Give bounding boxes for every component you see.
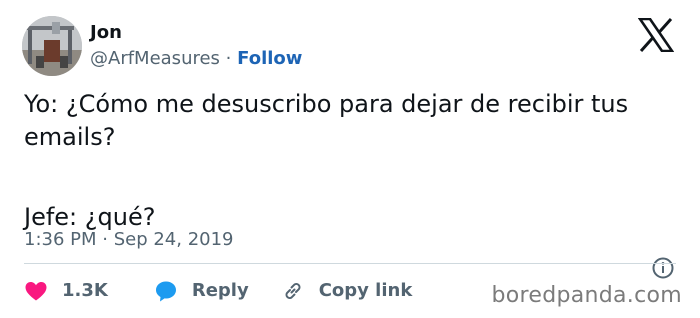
reply-button[interactable]: Reply	[154, 279, 249, 303]
reply-label: Reply	[191, 280, 249, 301]
follow-button[interactable]: Follow	[237, 48, 302, 69]
handle-row: @ArfMeasures · Follow	[90, 48, 302, 70]
speech-bubble-icon	[155, 281, 176, 302]
heart-icon	[25, 282, 47, 301]
avatar-photo	[22, 16, 82, 76]
info-icon[interactable]	[651, 256, 675, 280]
link-icon	[285, 283, 301, 299]
tweet-text: Yo: ¿Cómo me desuscribo para dejar de re…	[24, 88, 674, 234]
x-logo-icon[interactable]	[638, 18, 674, 52]
display-name[interactable]: Jon	[90, 22, 122, 44]
watermark: boredpanda.com	[491, 283, 682, 308]
tweet-line: Yo: ¿Cómo me desuscribo para dejar de re…	[24, 90, 629, 118]
separator-dot: ·	[225, 48, 232, 69]
tweet-timestamp[interactable]: 1:36 PM · Sep 24, 2019	[24, 229, 234, 251]
divider	[24, 263, 676, 264]
action-bar: 1.3K Reply Copy link	[24, 279, 412, 303]
user-handle[interactable]: @ArfMeasures	[90, 48, 220, 69]
like-button[interactable]: 1.3K	[24, 279, 108, 303]
avatar[interactable]	[22, 16, 82, 76]
copy-link-label: Copy link	[318, 280, 413, 301]
like-count: 1.3K	[62, 280, 108, 301]
tweet-line: emails?	[24, 123, 116, 151]
copy-link-button[interactable]: Copy link	[281, 279, 413, 303]
